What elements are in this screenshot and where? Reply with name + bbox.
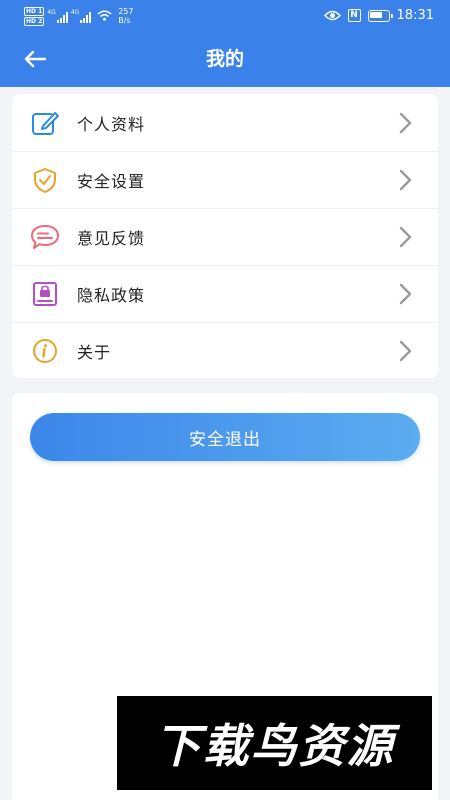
chevron-right-icon (398, 226, 412, 248)
status-bar: HD 1 HD 2 4G 4G 257 B/s N 18:31 (0, 0, 450, 31)
shield-check-icon (30, 165, 60, 195)
app-header: 我的 (0, 31, 450, 87)
edit-profile-icon (30, 108, 60, 138)
watermark-logo: 下载鸟资源 (117, 696, 432, 790)
status-left: HD 1 HD 2 4G 4G 257 B/s (24, 7, 133, 26)
menu-item-profile[interactable]: 个人资料 (12, 94, 438, 151)
nfc-icon: N (347, 9, 361, 22)
menu-item-label: 个人资料 (77, 114, 146, 134)
status-right: N 18:31 (323, 8, 434, 23)
network-speed-unit: B/s (118, 16, 131, 25)
signal-2: 4G (70, 9, 92, 23)
feedback-bubble-icon (30, 222, 60, 252)
hd-indicators: HD 1 HD 2 (24, 7, 45, 26)
chevron-right-icon (398, 112, 412, 134)
menu-item-privacy[interactable]: 隐私政策 (12, 265, 438, 322)
signal-bars-icon (56, 11, 68, 23)
info-icon (30, 336, 60, 366)
chevron-right-icon (398, 283, 412, 305)
logout-button[interactable]: 安全退出 (30, 413, 420, 461)
page-title: 我的 (205, 48, 244, 70)
chevron-right-icon (398, 169, 412, 191)
menu-item-feedback[interactable]: 意见反馈 (12, 208, 438, 265)
eye-icon (323, 10, 341, 21)
hd-indicator-2: HD 2 (24, 17, 45, 26)
menu-item-security[interactable]: 安全设置 (12, 151, 438, 208)
privacy-lock-icon (30, 279, 60, 309)
chevron-right-icon (398, 340, 412, 362)
battery-icon (367, 9, 393, 22)
signal-1: 4G (47, 9, 68, 23)
menu-item-label: 关于 (77, 342, 112, 362)
status-time: 18:31 (396, 8, 434, 23)
network-type-1: 4G (47, 9, 56, 16)
menu-item-label: 意见反馈 (77, 228, 146, 248)
battery-fill (370, 12, 383, 18)
network-speed-value: 257 (118, 7, 134, 16)
network-type-2: 4G (70, 9, 80, 16)
hd-indicator-1: HD 1 (24, 7, 45, 16)
signal-bars-icon (80, 11, 92, 23)
menu-item-label: 安全设置 (77, 171, 146, 191)
network-speed: 257 B/s (118, 7, 133, 25)
wifi-icon (97, 10, 112, 21)
menu-list: 个人资料 安全设置 意见反馈 隐私政策 关于 (12, 94, 438, 378)
menu-item-about[interactable]: 关于 (12, 322, 438, 379)
menu-item-label: 隐私政策 (77, 285, 146, 305)
